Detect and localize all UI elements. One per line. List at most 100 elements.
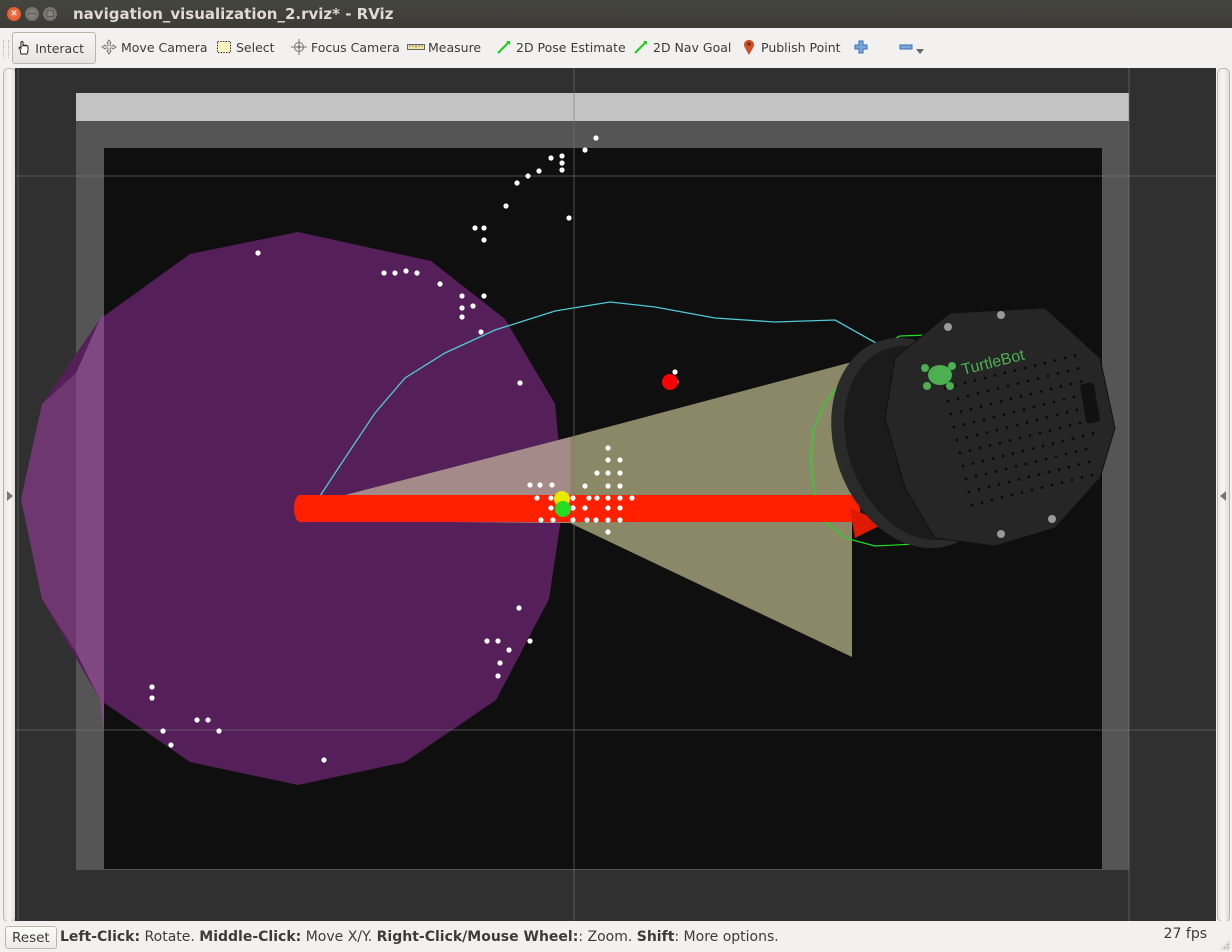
plate-hole [965,436,969,439]
laser-point [605,505,611,511]
laser-point [514,180,520,186]
tool-2d-pose-estimate[interactable]: 2D Pose Estimate [495,32,626,62]
plate-hole [1050,483,1054,487]
laser-point [194,717,200,723]
laser-point [403,268,409,274]
reset-button[interactable]: Reset [5,926,57,949]
plate-hole [1029,392,1033,396]
plate-hole [1020,491,1024,494]
window-maximize-button[interactable]: ▢ [43,7,57,21]
plate-hole [1003,371,1007,375]
plate-hole [1067,465,1071,469]
laser-point [570,517,576,523]
green-marker [555,501,571,517]
laser-point [495,673,501,679]
laser-point [527,482,533,488]
laser-point [559,167,565,173]
plate-hole [1059,385,1063,388]
laser-point [506,647,512,653]
plate-hole [949,412,953,416]
remove-tool-button[interactable] [897,32,924,62]
map-border-top [76,93,1129,121]
add-tool-button[interactable] [852,32,873,62]
tool-interact[interactable]: Interact [12,32,96,64]
tool-publish-point[interactable]: Publish Point [740,32,841,62]
laser-point [548,505,554,511]
tool-select-label: Select [236,39,275,55]
plate-hole [1052,400,1056,404]
tool-focus-camera[interactable]: Focus Camera [290,32,400,62]
tool-move-camera[interactable]: Move Camera [100,32,208,62]
hint-text: : More options. [674,929,779,945]
plate-hole [1057,468,1061,471]
plate-hole [1054,455,1058,458]
plate-hole [1066,369,1070,373]
right-dock-collapse-handle[interactable] [1217,68,1230,922]
scene-canvas[interactable]: TurtleBot [15,68,1216,921]
tool-interact-label: Interact [35,40,84,56]
window-minimize-button[interactable]: — [25,7,39,21]
laser-point [538,517,544,523]
laser-point [550,517,556,523]
plate-hole [1079,380,1083,383]
map-pin-icon [740,38,758,56]
laser-point [459,314,465,320]
plate-hole [1091,432,1095,435]
laser-point [527,638,533,644]
plate-hole [994,470,998,473]
plate-hole [1056,372,1060,375]
fps-counter: 27 fps [1163,926,1207,942]
plate-hole [1035,418,1039,422]
plate-hole [1009,397,1013,401]
laser-point [381,270,387,276]
plate-hole [1006,384,1010,388]
hand-pointer-icon [16,39,32,57]
laser-point [617,483,623,489]
plate-hole [1031,447,1035,450]
laser-point [582,505,588,511]
laser-point [536,168,542,174]
plate-hole [975,433,979,437]
plate-hole [1024,462,1028,466]
plate-hole [981,459,985,463]
tool-select[interactable]: Select [215,32,275,62]
plate-hole [1065,411,1069,414]
laser-point [594,470,600,476]
tool-measure[interactable]: Measure [407,32,481,62]
plate-hole [1036,377,1040,380]
laser-point [570,505,576,511]
plate-hole [995,428,999,432]
dropdown-arrow-icon[interactable] [916,48,924,54]
plate-hole [1053,359,1057,362]
window-close-button[interactable]: ✕ [7,7,21,21]
plate-hole [1043,361,1047,365]
plate-hole [1015,423,1019,427]
laser-point [617,495,623,501]
plate-hole [1080,476,1084,479]
toolbar-grip-handle[interactable] [3,40,9,58]
laser-point [617,517,623,523]
laser-point [605,529,611,535]
plate-hole [1017,478,1021,481]
plate-hole [955,438,959,442]
plate-hole [1064,452,1068,456]
window-resize-grip[interactable] [1220,940,1230,950]
plate-hole [1025,421,1029,424]
plate-hole [1004,467,1008,471]
hint-key: Left-Click: [60,929,141,945]
plate-hole [1019,395,1023,398]
hint-key: Right-Click/Mouse Wheel: [376,929,579,945]
plate-hole [989,402,993,406]
laser-point [484,638,490,644]
plate-hole [1010,493,1014,497]
plate-hole [1081,434,1085,438]
tool-2d-nav-goal[interactable]: 2D Nav Goal [632,32,731,62]
plate-hole [1027,475,1031,479]
tool-2d-nav-goal-label: 2D Nav Goal [653,39,732,55]
laser-point [392,270,398,276]
laser-point [617,470,623,476]
plate-hole [972,420,976,424]
render-viewport-3d[interactable]: TurtleBot [15,68,1216,921]
plate-hole [1055,413,1059,417]
laser-point [584,517,590,523]
